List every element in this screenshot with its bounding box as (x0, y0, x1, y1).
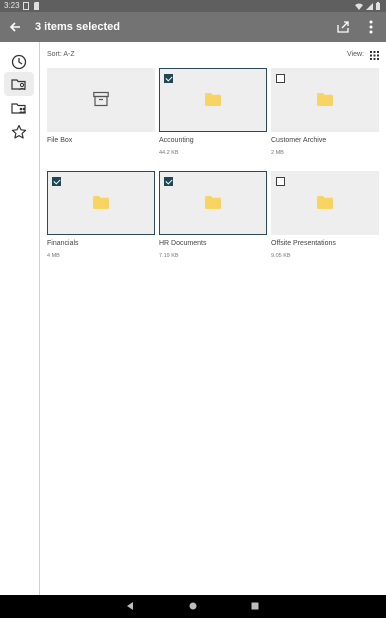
archive-box-icon (93, 91, 109, 107)
folder-icon (205, 196, 221, 209)
file-thumbnail[interactable] (271, 171, 379, 235)
file-name: Financials (47, 240, 79, 247)
notification-icon (23, 2, 29, 10)
more-vert-icon[interactable] (362, 18, 380, 36)
select-checkbox[interactable] (164, 177, 173, 186)
app-bar: 3 items selected (0, 12, 386, 42)
file-thumbnail[interactable] (159, 68, 267, 132)
file-thumbnail[interactable] (47, 171, 155, 235)
view-label: View: (347, 51, 364, 58)
system-nav-bar (0, 595, 386, 618)
folder-icon (93, 196, 109, 209)
file-size: 4 MB (47, 253, 60, 259)
file-name: Accounting (159, 137, 194, 144)
nav-back-icon[interactable] (124, 600, 136, 612)
folder-icon (317, 93, 333, 106)
nav-home-icon[interactable] (187, 600, 199, 612)
rail-item-shared[interactable] (4, 96, 34, 120)
select-checkbox[interactable] (276, 74, 285, 83)
arrow-back-icon[interactable] (6, 18, 24, 36)
wifi-icon (355, 3, 363, 10)
file-name: File Box (47, 137, 73, 144)
rail-item-favorites[interactable] (4, 120, 34, 144)
folder-user-icon (11, 79, 26, 91)
file-size: 7.19 KB (159, 253, 179, 259)
share-icon[interactable] (334, 18, 352, 36)
select-checkbox[interactable] (52, 177, 61, 186)
file-size: 9.05 KB (271, 253, 291, 259)
status-icons (355, 2, 380, 10)
status-time: 3:23 (4, 1, 20, 10)
navigation-rail (0, 42, 40, 595)
file-name: HR Documents (159, 240, 207, 247)
sort-selector[interactable]: Sort: A-Z (47, 51, 75, 58)
file-browser: Sort: A-Z View: File Box Accounting 44.2 K… (41, 42, 386, 595)
nav-recents-icon[interactable] (249, 600, 261, 612)
file-size: 44.2 KB (159, 150, 179, 156)
battery-icon (376, 2, 380, 10)
sd-card-icon (34, 2, 39, 10)
file-size: 2 MB (271, 150, 284, 156)
file-name: Offsite Presentations (271, 240, 336, 247)
file-thumbnail[interactable] (47, 68, 155, 132)
recent-clock-icon (11, 54, 27, 70)
star-icon (11, 124, 27, 139)
select-checkbox[interactable] (164, 74, 173, 83)
grid-view-icon[interactable] (370, 51, 379, 60)
status-bar: 3:23 (0, 0, 386, 12)
folder-icon (205, 93, 221, 106)
selection-count-title: 3 items selected (35, 21, 120, 33)
folder-icon (317, 196, 333, 209)
signal-icon (366, 2, 373, 10)
select-checkbox[interactable] (276, 177, 285, 186)
shared-folders-icon (11, 103, 26, 114)
rail-item-my-files[interactable] (4, 72, 34, 96)
file-thumbnail[interactable] (159, 171, 267, 235)
file-thumbnail[interactable] (271, 68, 379, 132)
file-name: Customer Archive (271, 137, 327, 144)
rail-item-recent[interactable] (4, 50, 34, 74)
